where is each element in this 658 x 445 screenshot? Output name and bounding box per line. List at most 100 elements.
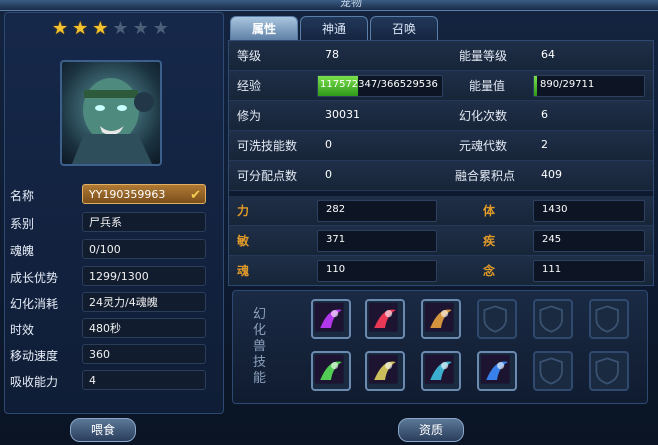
- info-value: 1299/1300: [82, 266, 206, 286]
- info-row: 魂魄 0/100: [10, 239, 210, 261]
- teal-mask-shield-skill-slot[interactable]: [421, 351, 461, 391]
- window-title: 宠物: [340, 0, 362, 9]
- empty-shield-icon: [539, 305, 563, 333]
- star-empty-icon: ★: [112, 18, 129, 39]
- pet-name-value: YY190359963: [89, 188, 166, 201]
- stats-panel: 等级 78 能量等级 64 经验 117572347/366529536 能量值…: [228, 40, 654, 286]
- golden-flame-skill-slot[interactable]: [421, 299, 461, 339]
- empty-shield-icon: [595, 357, 619, 385]
- pet-name-row: 名称 YY190359963 ✔: [10, 184, 210, 206]
- attr-row: 魂 110 念 111: [229, 256, 653, 285]
- stats-row: 可分配点数 0 融合累积点 409: [229, 161, 653, 191]
- empty-shield-skill-slot[interactable]: [533, 299, 573, 339]
- soul-gen-label: 元魂代数: [459, 139, 508, 153]
- tab-attributes[interactable]: 属性: [230, 16, 298, 41]
- pet-name-field[interactable]: YY190359963 ✔: [82, 184, 206, 204]
- stats-row: 等级 78 能量等级 64: [229, 41, 653, 71]
- assign-points-value: 0: [325, 168, 332, 181]
- info-row: 系别 尸兵系: [10, 212, 210, 234]
- tab-abilities[interactable]: 神通: [300, 16, 368, 41]
- info-label: 魂魄: [10, 244, 35, 258]
- tab-bar: 属性 神通 召唤: [230, 16, 438, 41]
- pet-window: 宠物 ★ ★ ★ ★ ★ ★ 名称 YY190359963 ✔ 系别 尸兵系 魂…: [0, 0, 658, 445]
- skill-panel-title: 幻化兽技能: [253, 307, 267, 386]
- green-wind-icon: [314, 354, 344, 384]
- yellow-spikes-skill-slot[interactable]: [365, 351, 405, 391]
- window-header: 宠物: [0, 0, 658, 11]
- exp-label: 经验: [237, 79, 262, 93]
- empty-shield-icon: [483, 305, 507, 333]
- empty-shield-icon: [539, 357, 563, 385]
- cultivation-value: 30031: [325, 108, 360, 121]
- stats-row: 修为 30031 幻化次数 6: [229, 101, 653, 131]
- empty-shield-icon: [595, 305, 619, 333]
- fusion-points-value: 409: [541, 168, 562, 181]
- attr-box: 282: [317, 200, 437, 222]
- attr-value: 111: [542, 264, 562, 275]
- info-row: 吸收能力 4: [10, 370, 210, 392]
- attr-value: 245: [542, 234, 562, 245]
- golden-flame-icon: [424, 302, 454, 332]
- red-slash-skill-slot[interactable]: [365, 299, 405, 339]
- aptitude-button[interactable]: 资质: [398, 418, 464, 442]
- transform-count-label: 幻化次数: [459, 109, 508, 123]
- empty-shield-skill-slot[interactable]: [589, 351, 629, 391]
- attr-value: 371: [326, 234, 346, 245]
- energy-value: 890/29711: [540, 79, 595, 90]
- star-empty-icon: ★: [152, 18, 169, 39]
- attr-box: 111: [533, 260, 645, 282]
- pet-name-label: 名称: [10, 189, 35, 203]
- feed-button[interactable]: 喂食: [70, 418, 136, 442]
- green-wind-skill-slot[interactable]: [311, 351, 351, 391]
- attr-value: 282: [326, 204, 346, 215]
- attr-row: 力 282 体 1430: [229, 196, 653, 226]
- fusion-points-label: 融合累积点: [455, 169, 516, 183]
- tab-summon[interactable]: 召唤: [370, 16, 438, 41]
- star-empty-icon: ★: [132, 18, 149, 39]
- info-row: 移动速度 360: [10, 344, 210, 366]
- energy-level-label: 能量等级: [459, 49, 508, 63]
- exp-bar: 117572347/366529536: [317, 75, 443, 97]
- soul-gen-value: 2: [541, 138, 548, 151]
- stats-row: 经验 117572347/366529536 能量值 890/29711: [229, 71, 653, 101]
- yellow-spikes-icon: [368, 354, 398, 384]
- energy-bar: 890/29711: [533, 75, 645, 97]
- empty-shield-skill-slot[interactable]: [477, 299, 517, 339]
- confirm-check-icon[interactable]: ✔: [190, 186, 201, 206]
- attr-value: 110: [326, 264, 346, 275]
- attr-value: 1430: [542, 204, 568, 215]
- red-slash-icon: [368, 302, 398, 332]
- info-value: 4: [82, 370, 206, 390]
- level-label: 等级: [237, 49, 262, 63]
- attr-box: 110: [317, 260, 437, 282]
- star-filled-icon: ★: [52, 18, 69, 39]
- energy-bar-fill: [534, 76, 538, 96]
- exp-value: 117572347/366529536: [320, 79, 438, 90]
- info-value: 0/100: [82, 239, 206, 259]
- cultivation-label: 修为: [237, 109, 262, 123]
- transform-count-value: 6: [541, 108, 548, 121]
- info-value: 尸兵系: [82, 212, 206, 232]
- teal-mask-shield-icon: [424, 354, 454, 384]
- empty-shield-skill-slot[interactable]: [589, 299, 629, 339]
- blue-swirl-shield-skill-slot[interactable]: [477, 351, 517, 391]
- info-row: 时效 480秒: [10, 318, 210, 340]
- attr-label: 疾: [483, 234, 496, 248]
- stats-row: 可洗技能数 0 元魂代数 2: [229, 131, 653, 161]
- info-label: 移动速度: [10, 349, 59, 363]
- attr-box: 371: [317, 230, 437, 252]
- energy-level-value: 64: [541, 48, 555, 61]
- info-value: 24灵力/4魂魄: [82, 292, 206, 312]
- attr-label: 魂: [237, 264, 250, 278]
- energy-label: 能量值: [469, 79, 506, 93]
- star-filled-icon: ★: [92, 18, 109, 39]
- attr-label: 敏: [237, 234, 250, 248]
- purple-claw-skill-slot[interactable]: [311, 299, 351, 339]
- info-row: 幻化消耗 24灵力/4魂魄: [10, 292, 210, 314]
- attr-label: 念: [483, 264, 496, 278]
- assign-points-label: 可分配点数: [237, 169, 298, 183]
- pet-portrait: [60, 60, 162, 166]
- empty-shield-skill-slot[interactable]: [533, 351, 573, 391]
- washable-skills-value: 0: [325, 138, 332, 151]
- info-row: 成长优势 1299/1300: [10, 266, 210, 288]
